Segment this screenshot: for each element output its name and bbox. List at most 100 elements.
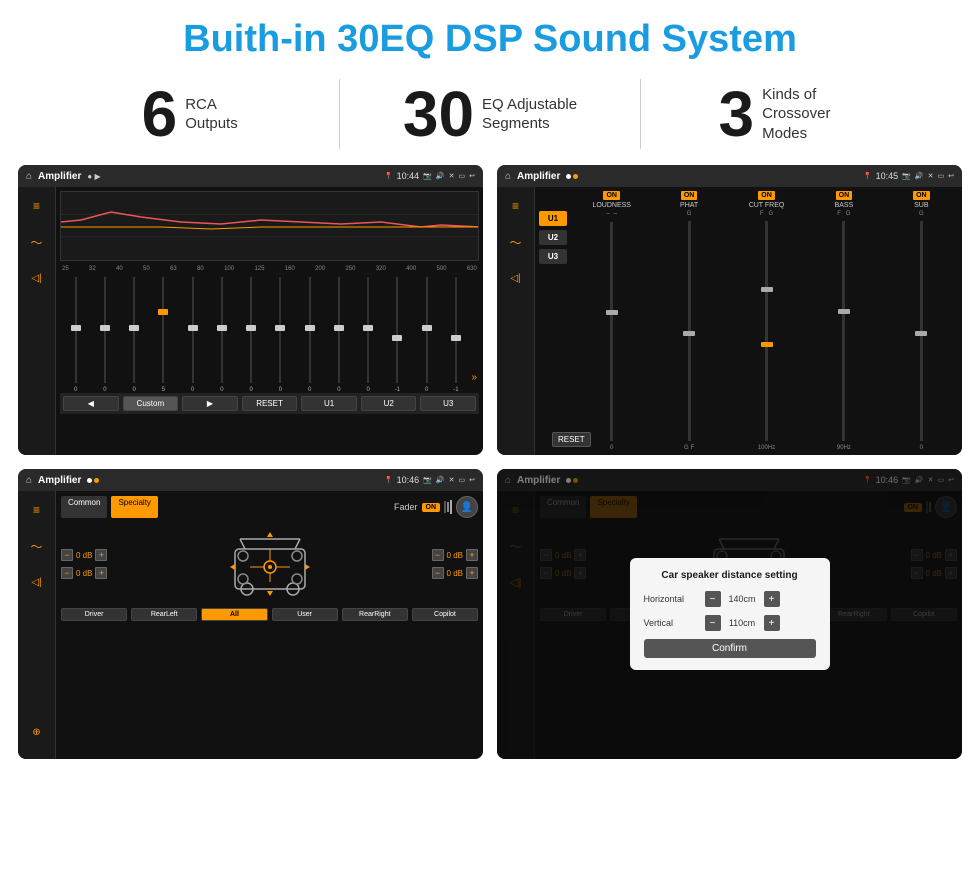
dialog-plus-vertical[interactable]: + <box>764 615 780 631</box>
db-minus-right-1[interactable]: − <box>432 549 444 561</box>
on-badge-loudness[interactable]: ON <box>603 191 620 200</box>
eq-icon[interactable]: ≡ <box>26 195 48 217</box>
eq-buttons-row: ◀ Custom ▶ RESET U1 U2 U3 <box>60 393 479 414</box>
vol-icon[interactable]: ◁| <box>26 267 48 289</box>
db-plus-right-1[interactable]: + <box>466 549 478 561</box>
camera-icon-1: 📷 <box>423 172 432 180</box>
btn-rearright[interactable]: RearRight <box>342 608 408 621</box>
btn-copilot[interactable]: Copilot <box>412 608 478 621</box>
dialog-plus-horizontal[interactable]: + <box>764 591 780 607</box>
wave-icon[interactable]: 〜 <box>26 231 48 253</box>
page-title: Buith-in 30EQ DSP Sound System <box>0 0 980 75</box>
fader-cross-icon[interactable]: ⊕ <box>26 721 48 743</box>
db-plus-left-2[interactable]: + <box>95 567 107 579</box>
on-badge-phat[interactable]: ON <box>681 191 698 200</box>
screen-eq: ⌂ Amplifier ● ▶ 📍 10:44 📷 🔊 ✕ ▭ ↩ ≡ 〜 ◁| <box>18 165 483 455</box>
on-badge-bass[interactable]: ON <box>836 191 853 200</box>
eq-reset-btn[interactable]: RESET <box>242 396 298 411</box>
profile-icon-3[interactable]: 👤 <box>456 496 478 518</box>
mixer-eq-icon[interactable]: ≡ <box>505 195 527 217</box>
app-label-3: Amplifier <box>38 475 81 486</box>
location-icon-2: 📍 <box>863 172 872 180</box>
eq-slider-14[interactable]: -1 <box>442 273 469 393</box>
eq-u2-btn[interactable]: U2 <box>361 396 417 411</box>
dialog-minus-vertical[interactable]: − <box>705 615 721 631</box>
fader-sidebar: ≡ 〜 ◁| ⊕ <box>18 491 56 759</box>
back-icon-1[interactable]: ↩ <box>469 172 475 180</box>
db-val-right-1: 0 dB <box>447 551 463 560</box>
ch-slider-cutfreq[interactable] <box>765 221 768 441</box>
ch-slider-phat[interactable] <box>688 221 691 441</box>
stat-desc-crossover: Kinds of Crossover Modes <box>762 85 862 144</box>
db-plus-right-2[interactable]: + <box>466 567 478 579</box>
btn-rearleft[interactable]: RearLeft <box>131 608 197 621</box>
fader-on-btn[interactable]: ON <box>422 503 441 512</box>
fader-label: Fader <box>394 502 418 512</box>
back-icon-2[interactable]: ↩ <box>948 172 954 180</box>
btn-driver[interactable]: Driver <box>61 608 127 621</box>
on-badge-sub[interactable]: ON <box>913 191 930 200</box>
play-icon-1: ● ▶ <box>87 172 100 181</box>
ch-sub: ON SUB G 0 <box>885 191 958 451</box>
eq-slider-1[interactable]: 0 <box>62 273 89 393</box>
close-icon-2: ✕ <box>928 172 934 180</box>
confirm-button[interactable]: Confirm <box>644 639 816 658</box>
stat-eq: 30 EQ Adjustable Segments <box>360 82 619 146</box>
preset-u1[interactable]: U1 <box>539 211 567 226</box>
btn-all[interactable]: All <box>201 608 267 621</box>
eq-slider-3[interactable]: 0 <box>121 273 148 393</box>
eq-slider-4[interactable]: 5 <box>150 273 177 393</box>
eq-slider-6[interactable]: 0 <box>208 273 235 393</box>
eq-expand-icon[interactable]: » <box>472 372 478 393</box>
eq-slider-13[interactable]: 0 <box>413 273 440 393</box>
stat-number-eq: 30 <box>403 82 474 146</box>
dialog-box: Car speaker distance setting Horizontal … <box>630 558 830 670</box>
mixer-wave-icon[interactable]: 〜 <box>505 231 527 253</box>
fader-main: Common Specialty Fader ON 👤 <box>56 491 483 759</box>
mixer-reset-btn[interactable]: RESET <box>552 432 591 447</box>
fader-vol-icon[interactable]: ◁| <box>26 571 48 593</box>
db-minus-left-2[interactable]: − <box>61 567 73 579</box>
ch-slider-sub[interactable] <box>920 221 923 441</box>
eq-slider-8[interactable]: 0 <box>267 273 294 393</box>
eq-slider-9[interactable]: 0 <box>296 273 323 393</box>
fader-eq-icon[interactable]: ≡ <box>26 499 48 521</box>
eq-slider-7[interactable]: 0 <box>238 273 265 393</box>
db-plus-left-1[interactable]: + <box>95 549 107 561</box>
eq-main: 2532405063 80100125160200 25032040050063… <box>56 187 483 455</box>
eq-prev-btn[interactable]: ◀ <box>63 396 119 411</box>
ch-slider-loudness[interactable] <box>610 222 613 441</box>
on-badge-cutfreq[interactable]: ON <box>758 191 775 200</box>
eq-u3-btn[interactable]: U3 <box>420 396 476 411</box>
home-icon-3[interactable]: ⌂ <box>26 475 32 486</box>
eq-slider-5[interactable]: 0 <box>179 273 206 393</box>
home-icon-2[interactable]: ⌂ <box>505 171 511 182</box>
dialog-val-horizontal: 140cm <box>725 594 760 604</box>
eq-slider-11[interactable]: 0 <box>355 273 382 393</box>
eq-u1-btn[interactable]: U1 <box>301 396 357 411</box>
back-icon-3[interactable]: ↩ <box>469 476 475 484</box>
preset-u3[interactable]: U3 <box>539 249 567 264</box>
time-2: 10:45 <box>876 171 899 181</box>
db-minus-left-1[interactable]: − <box>61 549 73 561</box>
tab-common[interactable]: Common <box>61 496 107 518</box>
ch-slider-bass[interactable] <box>842 221 845 441</box>
db-minus-right-2[interactable]: − <box>432 567 444 579</box>
preset-u2[interactable]: U2 <box>539 230 567 245</box>
eq-slider-12[interactable]: -1 <box>384 273 411 393</box>
dialog-row-vertical: Vertical − 110cm + <box>644 615 816 631</box>
eq-slider-2[interactable]: 0 <box>91 273 118 393</box>
dialog-minus-horizontal[interactable]: − <box>705 591 721 607</box>
stat-rca: 6 RCA Outputs <box>60 82 319 146</box>
eq-next-btn[interactable]: ▶ <box>182 396 238 411</box>
status-dot3-orange <box>94 478 99 483</box>
db-val-left-2: 0 dB <box>76 569 92 578</box>
fader-wave-icon[interactable]: 〜 <box>26 535 48 557</box>
btn-user[interactable]: User <box>272 608 338 621</box>
eq-slider-10[interactable]: 0 <box>325 273 352 393</box>
mixer-vol-icon[interactable]: ◁| <box>505 267 527 289</box>
eq-custom-btn[interactable]: Custom <box>123 396 179 411</box>
home-icon-1[interactable]: ⌂ <box>26 171 32 182</box>
tab-specialty[interactable]: Specialty <box>111 496 157 518</box>
camera-icon-3: 📷 <box>423 476 432 484</box>
